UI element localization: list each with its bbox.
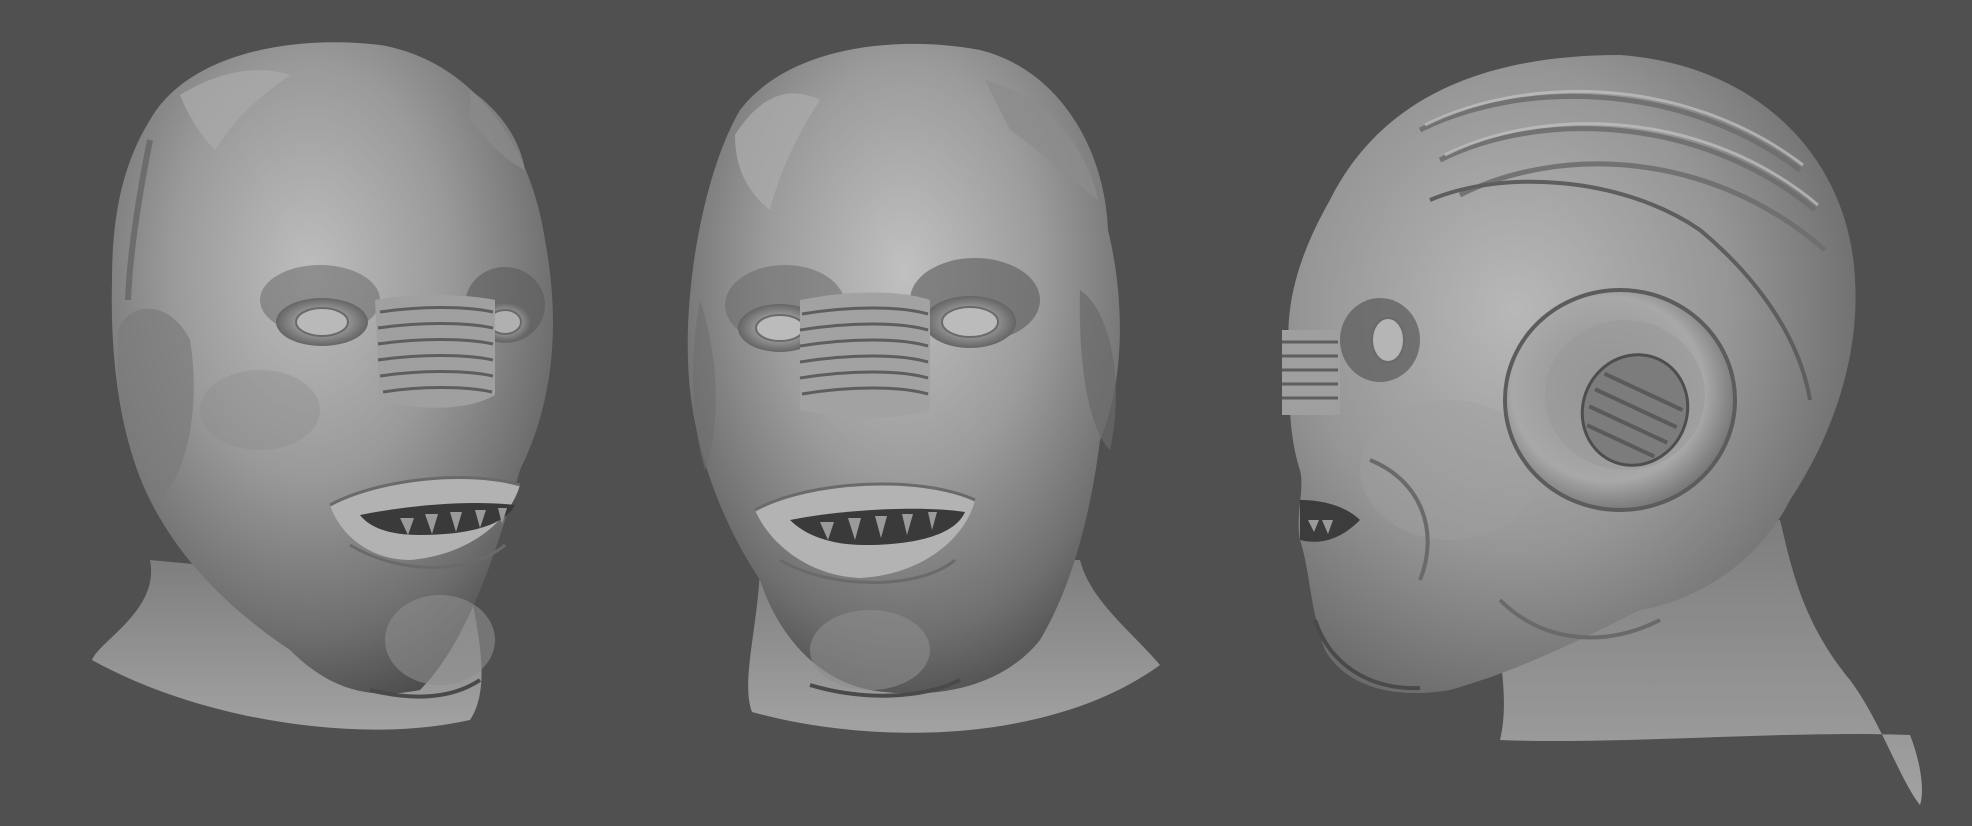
head-three-quarter-view	[92, 42, 553, 730]
head-front-view	[687, 43, 1160, 733]
viewport-canvas	[0, 0, 1972, 826]
head-profile-view	[1282, 55, 1922, 805]
sculpt-render	[92, 42, 1922, 805]
